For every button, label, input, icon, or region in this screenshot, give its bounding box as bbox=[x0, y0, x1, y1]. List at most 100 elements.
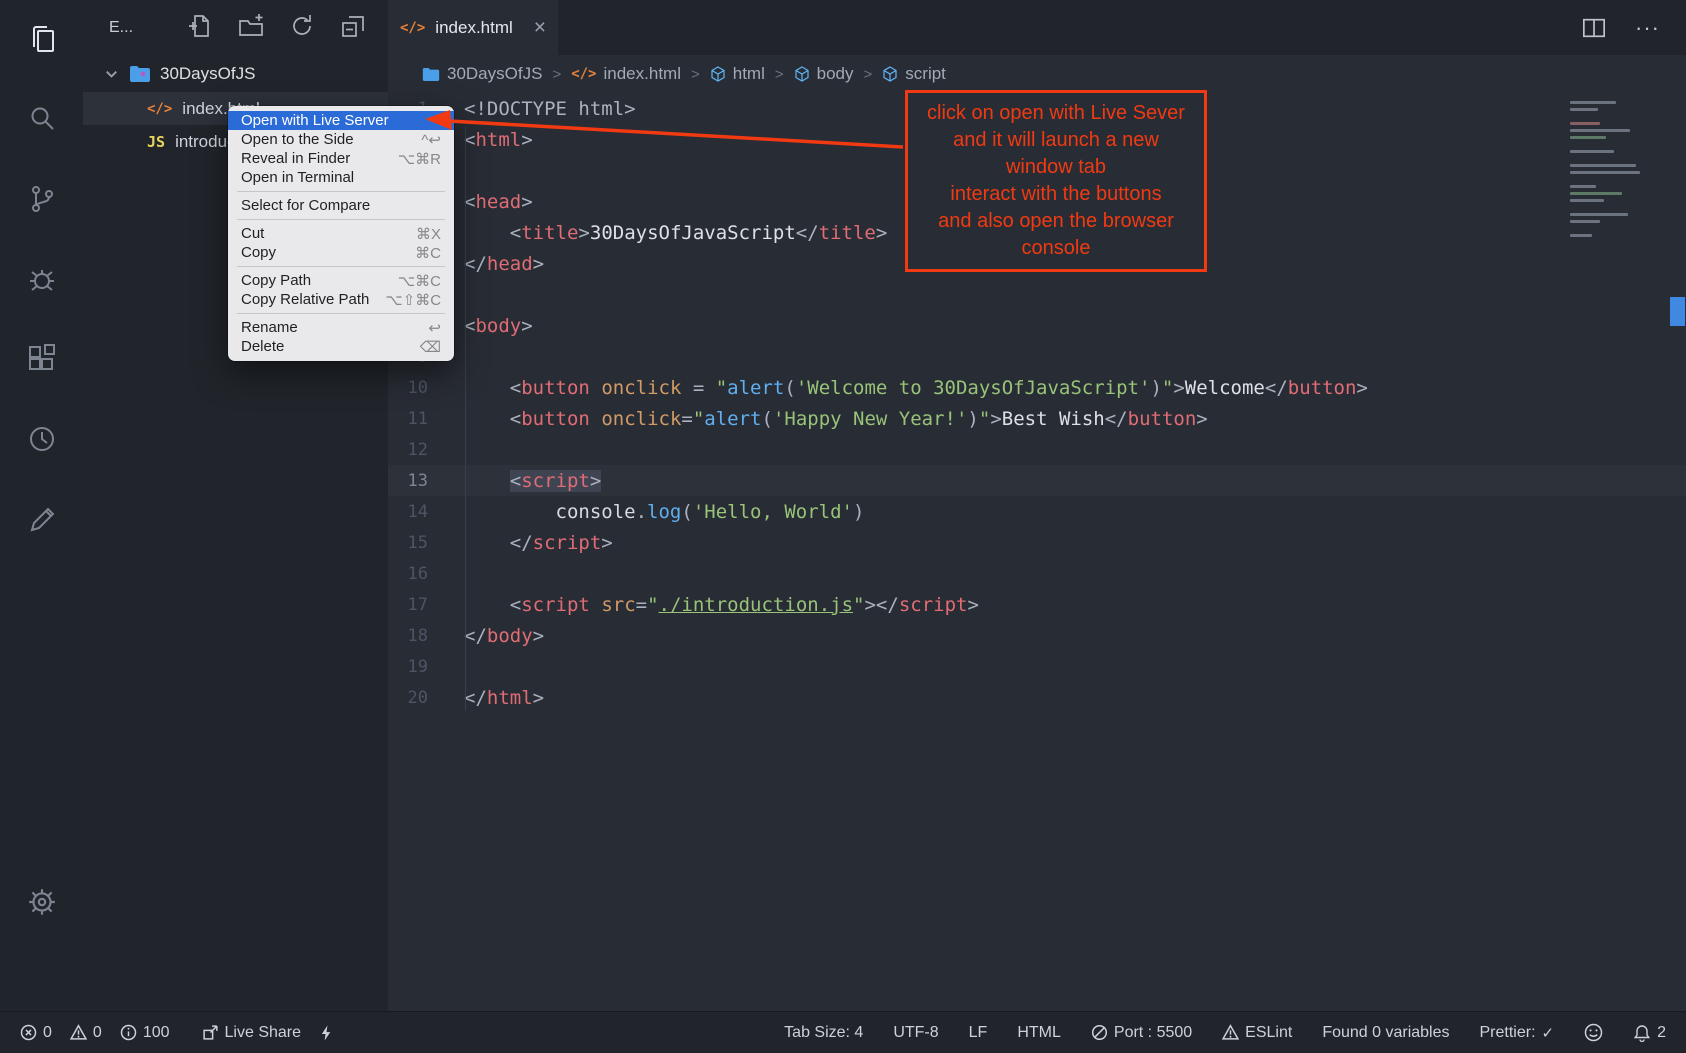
minimap[interactable] bbox=[1570, 101, 1666, 237]
variables-indicator[interactable]: Found 0 variables bbox=[1322, 1024, 1449, 1042]
annotation-line: and it will launch a new bbox=[910, 127, 1202, 154]
code-line-9[interactable]: 9 bbox=[388, 341, 1686, 372]
code-line-14[interactable]: 14 console.log('Hello, World') bbox=[388, 496, 1686, 527]
new-file-icon bbox=[187, 13, 213, 39]
html-file-icon: </> bbox=[400, 20, 425, 36]
git-branch-icon bbox=[26, 183, 58, 215]
line-content: <script> bbox=[428, 470, 601, 492]
activity-item-history[interactable] bbox=[25, 422, 59, 456]
activity-item-explorer[interactable] bbox=[25, 22, 59, 56]
code-line-11[interactable]: 11 <button onclick="alert('Happy New Yea… bbox=[388, 403, 1686, 434]
activity-item-manage[interactable] bbox=[25, 885, 59, 919]
feedback-smiley[interactable] bbox=[1584, 1023, 1603, 1042]
line-content: <button onclick="alert('Happy New Year!'… bbox=[428, 408, 1208, 430]
status-bar: 0 0 100 Live Share Tab Size: 4 bbox=[0, 1011, 1686, 1053]
collapse-all-button[interactable] bbox=[340, 13, 366, 44]
refresh-icon bbox=[289, 13, 315, 39]
menu-item-copy-relative-path[interactable]: Copy Relative Path⌥⇧⌘C bbox=[228, 290, 454, 309]
activity-item-extensions[interactable] bbox=[25, 342, 59, 376]
symbol-cube-icon bbox=[882, 66, 898, 82]
breadcrumb-item-html[interactable]: html bbox=[710, 64, 765, 84]
annotation-line: console bbox=[910, 235, 1202, 262]
code-line-20[interactable]: 20</html> bbox=[388, 682, 1686, 713]
lightning-button[interactable] bbox=[319, 1024, 334, 1042]
code-line-8[interactable]: 8<body> bbox=[388, 310, 1686, 341]
line-content: </script> bbox=[428, 532, 613, 554]
breadcrumb-item-script[interactable]: script bbox=[882, 64, 946, 84]
more-actions-icon[interactable]: ··· bbox=[1635, 15, 1660, 41]
error-count: 0 bbox=[43, 1024, 52, 1042]
symbol-cube-icon bbox=[794, 66, 810, 82]
notifications-bell[interactable]: 2 bbox=[1633, 1024, 1666, 1042]
menu-item-rename[interactable]: Rename↩ bbox=[228, 318, 454, 337]
menu-item-delete[interactable]: Delete⌫ bbox=[228, 337, 454, 356]
menu-item-open-in-terminal[interactable]: Open in Terminal bbox=[228, 168, 454, 187]
language-indicator[interactable]: HTML bbox=[1017, 1024, 1061, 1042]
problems-errors[interactable]: 0 bbox=[20, 1024, 52, 1042]
folder-icon bbox=[129, 65, 151, 83]
close-tab-icon[interactable]: × bbox=[534, 17, 546, 38]
breadcrumb-item-file[interactable]: </> index.html bbox=[571, 64, 681, 84]
live-share-button[interactable]: Live Share bbox=[202, 1024, 302, 1042]
line-number: 10 bbox=[388, 378, 428, 398]
code-line-16[interactable]: 16 bbox=[388, 558, 1686, 589]
code-line-12[interactable]: 12 bbox=[388, 434, 1686, 465]
vscode-window: E... bbox=[0, 0, 1686, 1053]
breadcrumb-separator: > bbox=[552, 66, 561, 83]
scrollbar[interactable] bbox=[1669, 93, 1686, 1011]
breadcrumb-label: html bbox=[733, 64, 765, 84]
code-line-18[interactable]: 18</body> bbox=[388, 620, 1686, 651]
line-number: 12 bbox=[388, 440, 428, 460]
prettier-status[interactable]: Prettier: ✓ bbox=[1480, 1024, 1555, 1042]
lightning-icon bbox=[319, 1024, 334, 1042]
line-number: 16 bbox=[388, 564, 428, 584]
explorer-root-folder[interactable]: 30DaysOfJS bbox=[83, 56, 388, 92]
tab-index-html[interactable]: </> index.html × bbox=[388, 0, 558, 55]
annotation-line: click on open with Live Sever bbox=[910, 100, 1202, 127]
menu-item-copy-path[interactable]: Copy Path⌥⌘C bbox=[228, 271, 454, 290]
menu-item-cut[interactable]: Cut⌘X bbox=[228, 224, 454, 243]
code-line-13[interactable]: 13 <script> bbox=[388, 465, 1686, 496]
line-number: 11 bbox=[388, 409, 428, 429]
breadcrumb: 30DaysOfJS > </> index.html > html > bod… bbox=[388, 55, 1686, 93]
editor-actions: ··· bbox=[1581, 0, 1686, 55]
code-line-7[interactable]: 7 bbox=[388, 279, 1686, 310]
split-editor-icon[interactable] bbox=[1581, 16, 1607, 40]
new-folder-button[interactable] bbox=[238, 13, 264, 44]
code-line-19[interactable]: 19 bbox=[388, 651, 1686, 682]
menu-item-open-with-live-server[interactable]: Open with Live Server bbox=[228, 111, 454, 130]
activity-item-source-control[interactable] bbox=[25, 182, 59, 216]
menu-item-open-to-the-side[interactable]: Open to the Side^↩ bbox=[228, 130, 454, 149]
line-number: 14 bbox=[388, 502, 428, 522]
code-line-10[interactable]: 10 <button onclick = "alert('Welcome to … bbox=[388, 372, 1686, 403]
eslint-status[interactable]: ESLint bbox=[1222, 1024, 1292, 1042]
refresh-button[interactable] bbox=[289, 13, 315, 44]
line-content: console.log('Hello, World') bbox=[428, 501, 864, 523]
activity-item-run-debug[interactable] bbox=[25, 262, 59, 296]
live-share-icon bbox=[202, 1024, 219, 1041]
menu-item-reveal-in-finder[interactable]: Reveal in Finder⌥⌘R bbox=[228, 149, 454, 168]
overview-cursor-marker bbox=[1670, 297, 1685, 326]
problems-warnings[interactable]: 0 bbox=[70, 1024, 102, 1042]
code-line-17[interactable]: 17 <script src="./introduction.js"></scr… bbox=[388, 589, 1686, 620]
tab-size-indicator[interactable]: Tab Size: 4 bbox=[784, 1024, 863, 1042]
breadcrumb-item-body[interactable]: body bbox=[794, 64, 854, 84]
breadcrumb-separator: > bbox=[691, 66, 700, 83]
root-folder-label: 30DaysOfJS bbox=[160, 64, 255, 84]
menu-item-select-for-compare[interactable]: Select for Compare bbox=[228, 196, 454, 215]
new-file-button[interactable] bbox=[187, 13, 213, 44]
symbol-cube-icon bbox=[710, 66, 726, 82]
notification-count: 2 bbox=[1657, 1024, 1666, 1042]
breadcrumb-item-folder[interactable]: 30DaysOfJS bbox=[422, 64, 542, 84]
encoding-indicator[interactable]: UTF-8 bbox=[893, 1024, 938, 1042]
menu-item-copy[interactable]: Copy⌘C bbox=[228, 243, 454, 262]
info-counter[interactable]: 100 bbox=[120, 1024, 170, 1042]
line-number: 18 bbox=[388, 626, 428, 646]
live-server-port[interactable]: Port : 5500 bbox=[1091, 1024, 1192, 1042]
code-line-15[interactable]: 15 </script> bbox=[388, 527, 1686, 558]
activity-item-feedback[interactable] bbox=[25, 502, 59, 536]
eol-indicator[interactable]: LF bbox=[969, 1024, 988, 1042]
code-icon: </> bbox=[571, 66, 596, 82]
annotation-line: interact with the buttons bbox=[910, 181, 1202, 208]
activity-item-search[interactable] bbox=[25, 102, 59, 136]
